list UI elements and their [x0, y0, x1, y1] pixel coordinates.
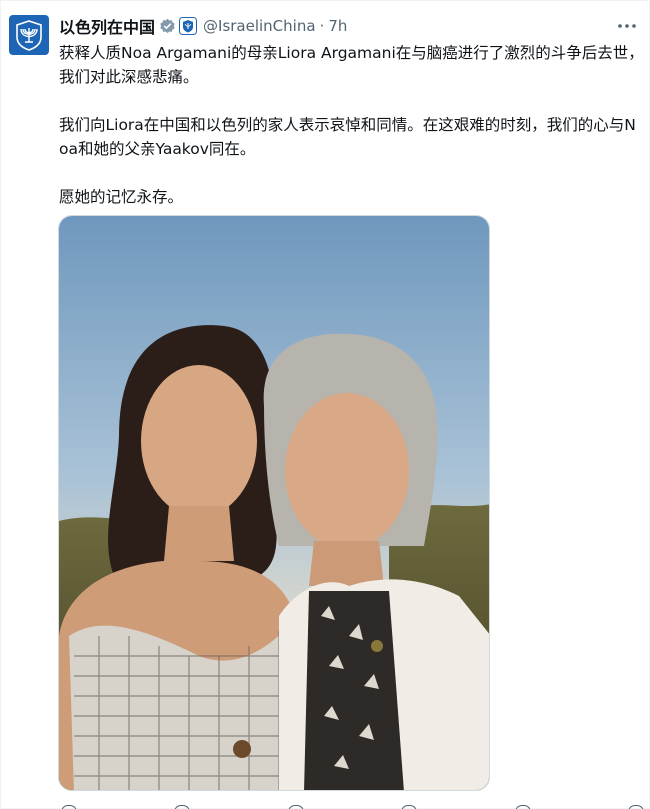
author-handle[interactable]: @IsraelinChina: [203, 17, 316, 35]
action-bar: [59, 799, 644, 809]
tweet-header: 以色列在中国 @IsraelinChina · 7h: [59, 15, 639, 37]
more-options-icon[interactable]: [615, 15, 639, 37]
author-display-name[interactable]: 以色列在中国: [59, 14, 155, 38]
like-icon[interactable]: [286, 799, 304, 809]
state-emblem-badge-icon[interactable]: [179, 17, 198, 35]
tweet-timestamp[interactable]: 7h: [328, 17, 347, 35]
reply-icon[interactable]: [59, 799, 77, 809]
tweet-paragraph-3: 愿她的记忆永存。: [59, 188, 184, 206]
verified-badge-icon[interactable]: [159, 18, 176, 35]
tweet-paragraph-1: 获释人质Noa Argamani的母亲Liora Argamani在与脑癌进行了…: [59, 44, 644, 86]
views-icon[interactable]: [399, 799, 418, 809]
menorah-emblem-icon: [16, 20, 42, 51]
tweet-paragraph-2: 我们向Liora在中国和以色列的家人表示哀悼和同情。在这艰难的时刻，我们的心与N…: [59, 116, 636, 158]
share-icon[interactable]: [626, 799, 644, 809]
bookmark-icon[interactable]: [513, 799, 531, 809]
separator-dot: ·: [319, 17, 325, 35]
tweet-photo[interactable]: [58, 215, 490, 791]
avatar[interactable]: [9, 15, 49, 55]
retweet-icon[interactable]: [172, 799, 191, 809]
tweet-text: 获释人质Noa Argamani的母亲Liora Argamani在与脑癌进行了…: [59, 41, 644, 233]
tweet-card[interactable]: 以色列在中国 @IsraelinChina · 7h 获释人质Noa Argam…: [0, 0, 650, 809]
